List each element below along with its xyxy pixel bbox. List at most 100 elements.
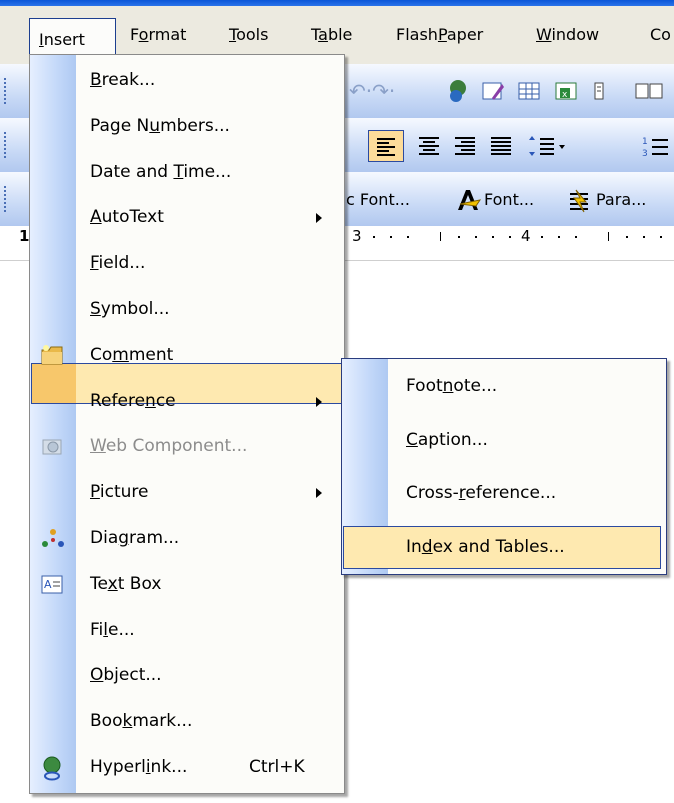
para-button[interactable]: Para... [596, 190, 646, 210]
paragraph-icon [566, 186, 592, 214]
svg-text:↶·↷·: ↶·↷· [349, 79, 395, 103]
insert-excel-icon[interactable]: x [554, 80, 578, 102]
menu-item-object[interactable]: Object... [30, 654, 344, 697]
menu-flashpaper[interactable]: FlashPaper [396, 22, 483, 48]
menu-item-file[interactable]: File... [30, 609, 344, 652]
columns-icon[interactable] [592, 80, 616, 102]
menu-item-label: Bookmark... [90, 711, 193, 731]
menu-item-break[interactable]: Break... [30, 59, 344, 102]
submenu-item-label: Cross-reference... [406, 483, 557, 503]
ruler-tick [390, 236, 392, 238]
menu-item-page-numbers[interactable]: Page Numbers... [30, 105, 344, 148]
ruler-number: 1 [19, 227, 30, 245]
justify-button[interactable] [485, 130, 517, 162]
menu-item-picture[interactable]: Picture [30, 471, 344, 514]
menu-item-comment[interactable]: Comment [30, 334, 344, 377]
menu-label-part: nsert [43, 30, 85, 49]
menu-comments-cut[interactable]: Co [650, 22, 671, 48]
text-box-icon: A [40, 573, 64, 597]
drawing-icon[interactable] [634, 80, 664, 102]
menu-item-label: AutoText [90, 207, 164, 227]
submenu-item-label: Footnote... [406, 376, 498, 396]
menu-label-part: Flash [396, 25, 438, 44]
menu-tools[interactable]: Tools [229, 22, 268, 48]
submenu-item-index-and-tables[interactable]: Index and Tables... [342, 526, 666, 569]
shortcut-label: Ctrl+K [249, 757, 305, 777]
menu-table[interactable]: Table [311, 22, 352, 48]
menu-item-autotext[interactable]: AutoText [30, 196, 344, 239]
menu-item-label: Symbol... [90, 299, 170, 319]
ruler-tick [541, 236, 543, 238]
ruler-tick [626, 236, 628, 238]
web-component-icon [40, 435, 64, 459]
align-left-button[interactable] [368, 130, 404, 162]
insert-table-icon[interactable] [517, 80, 541, 102]
toolbar-grip[interactable] [4, 78, 9, 104]
menu-item-web-component[interactable]: Web Component... [30, 425, 344, 468]
menu-label-part: F [130, 25, 139, 44]
menu-item-bookmark[interactable]: Bookmark... [30, 700, 344, 743]
menu-label-part: ble [327, 25, 353, 44]
line-spacing-button[interactable] [526, 130, 568, 162]
menu-item-diagram[interactable]: Diagram... [30, 517, 344, 560]
menu-label-part: indow [551, 25, 600, 44]
menu-item-label: Reference [90, 391, 176, 411]
menu-label-access-key: T [229, 25, 237, 44]
submenu-item-cross-reference[interactable]: Cross-reference... [342, 472, 666, 515]
menu-item-label: Text Box [90, 574, 162, 594]
ruler-number: 4 [521, 227, 531, 245]
menu-item-label: Comment [90, 345, 174, 365]
magic-font-button[interactable]: c Font... [346, 190, 410, 210]
menu-format[interactable]: Format [130, 22, 186, 48]
menu-item-label: Hyperlink... [90, 757, 188, 777]
ruler-tick [440, 232, 441, 241]
toolbar-grip[interactable] [4, 132, 9, 158]
align-center-button[interactable] [413, 130, 445, 162]
ruler-tick [492, 236, 494, 238]
menu-label-access-key: P [437, 25, 447, 44]
svg-text:3: 3 [642, 149, 648, 159]
diagram-icon [40, 527, 64, 551]
submenu-item-footnote[interactable]: Footnote... [342, 365, 666, 408]
submenu-arrow-icon [316, 397, 322, 407]
ruler-tick [475, 236, 477, 238]
ruler-tick [509, 236, 511, 238]
menu-window[interactable]: Window [536, 22, 599, 48]
svg-text:1: 1 [642, 137, 648, 147]
ruler-tick [660, 236, 662, 238]
menu-item-label: Diagram... [90, 528, 180, 548]
menu-item-label: Field... [90, 253, 146, 273]
svg-text:x: x [562, 90, 568, 100]
menu-label-part: rmat [148, 25, 187, 44]
ruler-tick [575, 236, 577, 238]
ruler-tick [407, 236, 409, 238]
font-button[interactable]: Font... [484, 190, 534, 210]
menu-item-text-box[interactable]: A Text Box [30, 563, 344, 606]
toolbar-grip[interactable] [4, 186, 9, 212]
menu-item-label: Web Component... [90, 436, 248, 456]
menu-item-symbol[interactable]: Symbol... [30, 288, 344, 331]
font-icon [454, 186, 482, 214]
menu-label-part: aper [446, 25, 484, 44]
ruler-tick [643, 236, 645, 238]
comment-icon [40, 344, 64, 368]
svg-text:A: A [44, 578, 52, 591]
menu-label-access-key: W [536, 25, 552, 44]
menu-item-hyperlink[interactable]: Hyperlink... Ctrl+K [30, 746, 344, 789]
menu-item-date-and-time[interactable]: Date and Time... [30, 151, 344, 194]
numbering-button[interactable]: 13 [640, 130, 670, 162]
submenu-item-label: Caption... [406, 430, 488, 450]
submenu-arrow-icon [316, 488, 322, 498]
menu-item-field[interactable]: Field... [30, 242, 344, 285]
align-right-button[interactable] [449, 130, 481, 162]
menu-item-label: Picture [90, 482, 149, 502]
ruler-tick [373, 236, 375, 238]
ruler-tick [608, 232, 609, 241]
hyperlink-icon [40, 756, 64, 781]
hyperlink-toolbar-icon[interactable] [446, 78, 472, 104]
undo-redo-group[interactable]: ↶·↷· [349, 78, 409, 104]
tables-borders-icon[interactable] [480, 78, 506, 104]
menu-item-label: Date and Time... [90, 162, 232, 182]
submenu-item-caption[interactable]: Caption... [342, 419, 666, 462]
menu-item-reference[interactable]: Reference [30, 380, 344, 423]
